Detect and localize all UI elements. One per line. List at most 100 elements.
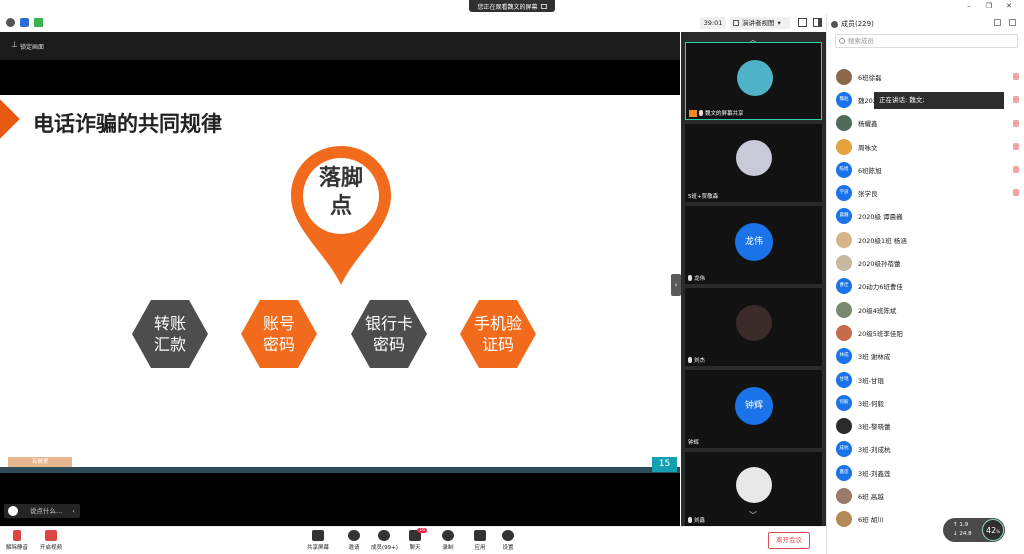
settings-button[interactable]: 设置 bbox=[502, 530, 514, 551]
pin-label-line2: 点 bbox=[329, 194, 352, 219]
tile-name: 龙伟 bbox=[688, 274, 705, 282]
mic-icon[interactable] bbox=[1013, 119, 1019, 127]
participant-row[interactable]: 成杭 3班-刘成杭 bbox=[836, 438, 1022, 461]
start-video-button[interactable]: 开启视频 bbox=[40, 530, 62, 551]
participant-row[interactable]: 2020级孙蓓蕾 bbox=[836, 251, 1022, 274]
mic-icon bbox=[699, 110, 703, 116]
participant-row[interactable]: 何毅 3班-何毅 bbox=[836, 391, 1022, 414]
member-search-input[interactable]: 搜索成员 bbox=[835, 34, 1018, 48]
hex-line1: 银行卡 bbox=[364, 314, 413, 333]
mic-icon[interactable] bbox=[1013, 73, 1019, 80]
record-button[interactable]: 录制 bbox=[442, 530, 454, 551]
pin-icon[interactable]: ⊥ bbox=[11, 41, 18, 49]
invite-label: 邀请 bbox=[348, 545, 360, 551]
network-status[interactable]: ↑ 1.9 ↓ 24.8 42% bbox=[943, 518, 1005, 542]
hex-line2: 密码 bbox=[262, 335, 295, 354]
info-icon[interactable] bbox=[6, 18, 15, 27]
avatar: 鑫莲 bbox=[836, 464, 852, 481]
participant-name: 3班-刘鑫莲 bbox=[858, 469, 891, 478]
participant-row[interactable]: 6班徐磊 bbox=[836, 65, 1022, 88]
members-button[interactable]: 成员(99+) bbox=[371, 530, 398, 551]
menu-icon[interactable] bbox=[1009, 19, 1016, 26]
participant-row[interactable]: 曹佳 20动力6班曹佳 bbox=[836, 275, 1022, 298]
participant-name: 2020级1班 杨涵 bbox=[858, 236, 907, 245]
participant-row[interactable]: 林成 3班 谢林成 bbox=[836, 345, 1022, 368]
restore-icon[interactable]: ❐ bbox=[985, 2, 993, 10]
mic-muted-icon[interactable] bbox=[1013, 142, 1019, 150]
fullscreen-icon[interactable] bbox=[798, 18, 807, 27]
mic-icon[interactable] bbox=[1013, 96, 1019, 104]
video-tile[interactable]: 刘杰 bbox=[685, 288, 822, 366]
participant-row[interactable]: 甘琨 3班-甘琨 bbox=[836, 368, 1022, 391]
unmute-button[interactable]: 解除静音 bbox=[6, 530, 28, 551]
close-icon[interactable]: ✕ bbox=[1005, 2, 1013, 10]
presentation-slide: 电话诈骗的共同规律 落脚 点 转账 汇款 账号 密码 银行卡 密码 手机验 证码 有做爱 bbox=[0, 95, 680, 473]
minimize-icon[interactable]: – bbox=[965, 2, 973, 10]
apps-label: 应用 bbox=[474, 545, 486, 551]
invite-button[interactable]: 邀请 bbox=[348, 530, 360, 551]
tile-name-text: 魏文的屏幕共享 bbox=[705, 111, 744, 117]
participant-row[interactable]: 20级4班陈斌 bbox=[836, 298, 1022, 321]
mic-icon[interactable] bbox=[1013, 166, 1019, 174]
avatar bbox=[836, 324, 852, 341]
shield-icon[interactable] bbox=[20, 18, 29, 27]
unmute-label: 解除静音 bbox=[6, 545, 29, 551]
avatar: 学良 bbox=[836, 185, 852, 202]
avatar: 甘琨 bbox=[836, 371, 852, 388]
participant-name: 2020级 谭晨巍 bbox=[858, 213, 903, 222]
avatar bbox=[836, 511, 852, 528]
participant-name: 6班 胡川 bbox=[858, 516, 884, 525]
participant-row[interactable]: 陈旭 6班陈旭 bbox=[836, 158, 1022, 181]
leave-meeting-button[interactable]: 离开会议 bbox=[768, 532, 810, 549]
participant-row[interactable]: 晨巍 2020级 谭晨巍 bbox=[836, 205, 1022, 228]
participant-row[interactable]: 6班 高越 bbox=[836, 484, 1022, 507]
collapse-strip-button[interactable]: › bbox=[671, 274, 681, 296]
participant-name: 3班-甘琨 bbox=[858, 376, 884, 385]
participant-name: 3班-黎晓蕾 bbox=[858, 423, 891, 432]
person-icon bbox=[831, 20, 838, 28]
video-tile[interactable]: 钟辉 钟辉 bbox=[685, 370, 822, 448]
participant-row[interactable]: 鑫莲 3班-刘鑫莲 bbox=[836, 461, 1022, 484]
tile-name: 刘鑫 bbox=[688, 516, 705, 524]
avatar bbox=[736, 467, 772, 503]
avatar bbox=[836, 418, 852, 435]
apps-button[interactable]: 应用 bbox=[474, 530, 486, 551]
share-notice: 您正在观看魏文的屏幕 bbox=[469, 0, 555, 12]
participant-row[interactable]: 学良 张学良 bbox=[836, 181, 1022, 204]
tile-name: 5班+贾敬森 bbox=[688, 192, 718, 200]
sidebar-toggle-icon[interactable] bbox=[813, 18, 822, 27]
hex-account: 账号 密码 bbox=[241, 300, 317, 368]
avatar bbox=[737, 60, 773, 96]
signal-icon[interactable] bbox=[34, 18, 43, 27]
slide-page-number: 15 bbox=[652, 457, 677, 472]
video-tile[interactable]: 龙伟 龙伟 bbox=[685, 206, 822, 284]
title-bar: 您正在观看魏文的屏幕 – ❐ ✕ bbox=[0, 0, 1024, 14]
participant-name: 20级5班李佳阳 bbox=[858, 329, 903, 338]
chat-input[interactable]: 说点什么... ‹ bbox=[4, 504, 80, 518]
tile-name-text: 刘杰 bbox=[694, 358, 706, 364]
chevron-down-icon[interactable]: ﹀ bbox=[749, 510, 757, 521]
lock-label[interactable]: 锁定画面 bbox=[20, 42, 44, 51]
participant-row[interactable]: 3班-黎晓蕾 bbox=[836, 414, 1022, 437]
tile-name: 钟辉 bbox=[688, 438, 699, 446]
participant-row[interactable]: 20级5班李佳阳 bbox=[836, 321, 1022, 344]
chevron-down-icon: ▾ bbox=[777, 19, 781, 27]
video-tile-screen-share[interactable]: 魏文的屏幕共享 bbox=[685, 42, 822, 120]
popout-icon[interactable] bbox=[994, 19, 1001, 26]
video-tile[interactable]: 5班+贾敬森 bbox=[685, 124, 822, 202]
participant-row[interactable]: 周咏文 bbox=[836, 135, 1022, 158]
participant-name: 3班-刘成杭 bbox=[858, 446, 891, 455]
participant-row[interactable]: 2020级1班 杨涵 bbox=[836, 228, 1022, 251]
share-screen-label: 共享屏幕 bbox=[307, 545, 330, 551]
avatar: 龙伟 bbox=[735, 223, 773, 261]
collapse-chat-icon[interactable]: ‹ bbox=[72, 504, 75, 518]
cpu-percent-value: 42 bbox=[986, 526, 997, 535]
slide-title: 电话诈骗的共同规律 bbox=[33, 112, 222, 136]
view-mode-select[interactable]: 演讲者视图 ▾ bbox=[730, 17, 790, 29]
participant-row[interactable]: 杨耀鑫 bbox=[836, 112, 1022, 135]
share-screen-button[interactable]: 共享屏幕 bbox=[307, 530, 329, 551]
mic-icon[interactable] bbox=[1013, 189, 1019, 197]
screen-icon[interactable] bbox=[540, 3, 547, 9]
chat-icon: 16 bbox=[409, 528, 427, 541]
chat-button[interactable]: 16 聊天 bbox=[409, 528, 427, 551]
